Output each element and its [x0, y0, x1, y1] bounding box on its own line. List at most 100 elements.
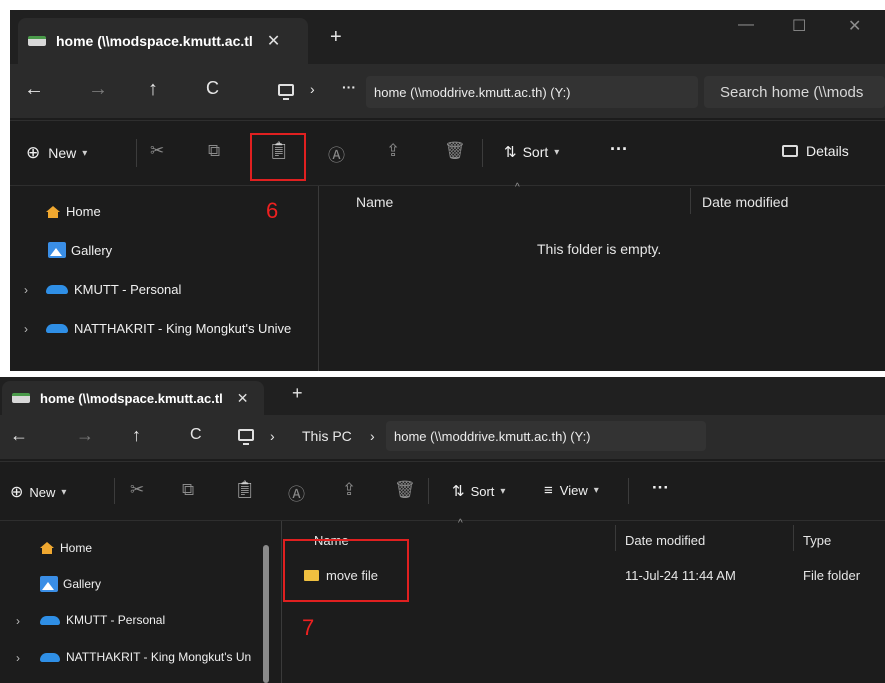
column-header-name[interactable]: Name	[356, 194, 393, 210]
new-tab-button[interactable]: +	[330, 26, 342, 49]
sidebar-item-label: Gallery	[71, 242, 113, 258]
sidebar-item-natthakrit[interactable]: NATTHAKRIT - King Mongkut's Un	[40, 650, 251, 664]
expand-chevron-icon[interactable]: ›	[16, 614, 20, 628]
details-label: Details	[806, 143, 849, 159]
sidebar-item-kmutt-personal[interactable]: KMUTT - Personal	[40, 613, 165, 627]
column-header-type[interactable]: Type	[803, 533, 831, 548]
pane-divider[interactable]	[281, 521, 282, 683]
column-header-date-modified[interactable]: Date modified	[625, 533, 705, 548]
sidebar-item-label: NATTHAKRIT - King Mongkut's Un	[66, 650, 252, 664]
rename-icon[interactable]: Ⓐ	[328, 141, 345, 166]
folder-highlight-box	[283, 539, 409, 602]
sidebar-item-home[interactable]: Home	[46, 204, 101, 219]
explorer-window-step-7: home (\\modspace.kmutt.ac.tl ✕ + ← → ↑ C…	[0, 377, 885, 683]
sidebar-item-home[interactable]: Home	[40, 541, 92, 555]
back-button[interactable]: ←	[24, 78, 44, 101]
tab-title: home (\\modspace.kmutt.ac.tl	[56, 33, 253, 49]
paste-highlight-box	[250, 133, 306, 181]
pane-divider[interactable]	[318, 186, 319, 371]
view-button[interactable]: ≡ View ▾	[544, 482, 599, 499]
breadcrumb-this-pc[interactable]: This PC	[302, 428, 352, 444]
copy-icon[interactable]: ⧉	[182, 480, 194, 500]
explorer-window-step-6: home (\\modspace.kmutt.ac.tl ✕ + — ☐ ✕ ←…	[10, 10, 885, 371]
separator	[482, 139, 483, 167]
cut-icon[interactable]: ✂	[150, 141, 164, 161]
command-bar: ⊕ New ▾ ✂ ⧉ 📋︎ Ⓐ ⇪ 🗑︎ ⇅ Sort ▾ ··· Detai…	[10, 120, 885, 186]
sidebar-item-label: NATTHAKRIT - King Mongkut's Unive	[74, 321, 292, 336]
new-label: New	[29, 484, 56, 500]
cut-icon[interactable]: ✂	[130, 480, 144, 500]
delete-icon[interactable]: 🗑︎	[444, 141, 466, 161]
onedrive-cloud-icon	[40, 615, 60, 625]
sort-icon: ⇅	[452, 483, 465, 500]
share-icon[interactable]: ⇪	[386, 141, 400, 161]
plus-circle-icon: ⊕	[10, 484, 24, 501]
plus-circle-icon: ⊕	[26, 143, 41, 162]
onedrive-cloud-icon	[46, 285, 68, 294]
up-button[interactable]: ↑	[148, 78, 158, 101]
breadcrumb-current[interactable]: home (\\moddrive.kmutt.ac.th) (Y:)	[386, 421, 706, 451]
sidebar-item-kmutt-personal[interactable]: KMUTT - Personal	[46, 282, 181, 297]
navigation-bar: ← → ↑ C › ··· home (\\moddrive.kmutt.ac.…	[10, 64, 885, 118]
column-header-date-modified[interactable]: Date modified	[702, 194, 788, 210]
forward-button[interactable]: →	[88, 78, 108, 101]
search-input[interactable]: Search home (\\mods	[704, 76, 885, 108]
sidebar-item-natthakrit[interactable]: NATTHAKRIT - King Mongkut's Unive	[46, 321, 291, 336]
sidebar-item-label: Home	[66, 204, 101, 219]
address-bar[interactable]: home (\\moddrive.kmutt.ac.th) (Y:)	[366, 76, 698, 108]
tab-home[interactable]: home (\\modspace.kmutt.ac.tl ✕	[18, 18, 308, 64]
details-button[interactable]: Details	[782, 143, 849, 159]
new-button[interactable]: ⊕ New ▾	[26, 143, 87, 163]
minimize-button[interactable]: —	[738, 16, 754, 34]
sort-button[interactable]: ⇅ Sort ▾	[452, 482, 505, 500]
breadcrumb-more-button[interactable]: ···	[342, 79, 356, 95]
column-divider[interactable]	[690, 188, 691, 214]
this-pc-icon[interactable]	[278, 84, 294, 100]
sidebar-item-gallery[interactable]: Gallery	[48, 242, 112, 258]
this-pc-icon[interactable]	[238, 429, 254, 445]
tab-close-icon[interactable]: ✕	[267, 31, 280, 51]
sidebar-item-label: KMUTT - Personal	[74, 282, 182, 297]
tab-home[interactable]: home (\\modspace.kmutt.ac.tl ✕	[2, 381, 264, 415]
maximize-button[interactable]: ☐	[792, 16, 806, 36]
delete-icon[interactable]: 🗑︎	[394, 480, 416, 500]
sidebar-item-label: Gallery	[63, 577, 102, 591]
separator	[136, 139, 137, 167]
copy-icon[interactable]: ⧉	[208, 141, 220, 161]
refresh-button[interactable]: C	[206, 78, 219, 99]
chevron-down-icon: ▾	[554, 146, 560, 158]
column-divider[interactable]	[615, 525, 616, 551]
expand-chevron-icon[interactable]: ›	[24, 283, 28, 297]
sidebar-item-label: KMUTT - Personal	[66, 613, 166, 627]
new-button[interactable]: ⊕ New ▾	[10, 482, 66, 502]
details-pane-icon	[782, 145, 798, 157]
separator	[428, 478, 429, 504]
expand-chevron-icon[interactable]: ›	[24, 322, 28, 336]
onedrive-cloud-icon	[46, 324, 68, 333]
forward-button[interactable]: →	[76, 425, 94, 446]
more-options-button[interactable]: ···	[610, 139, 628, 160]
close-window-button[interactable]: ✕	[848, 16, 861, 36]
tab-close-icon[interactable]: ✕	[237, 390, 249, 407]
step-number-label: 7	[302, 615, 315, 640]
breadcrumb-chevron[interactable]: ›	[270, 428, 275, 444]
rename-icon[interactable]: Ⓐ	[288, 480, 305, 505]
sort-arrow-icon: ^	[515, 182, 520, 193]
file-date-cell: 11-Jul-24 11:44 AM	[625, 568, 736, 583]
sidebar-scrollbar[interactable]	[263, 545, 269, 683]
paste-icon[interactable]: 📋︎	[234, 480, 256, 500]
sort-button[interactable]: ⇅ Sort ▾	[504, 143, 559, 161]
more-options-button[interactable]: ···	[652, 478, 669, 498]
expand-chevron-icon[interactable]: ›	[16, 651, 20, 665]
breadcrumb-chevron[interactable]: ›	[370, 428, 375, 444]
share-icon[interactable]: ⇪	[342, 480, 356, 500]
back-button[interactable]: ←	[10, 425, 28, 446]
up-button[interactable]: ↑	[132, 425, 141, 446]
sidebar-item-gallery[interactable]: Gallery	[40, 576, 101, 592]
refresh-button[interactable]: C	[190, 426, 202, 444]
breadcrumb-chevron[interactable]: ›	[310, 81, 315, 97]
gallery-icon	[48, 242, 66, 258]
column-divider[interactable]	[793, 525, 794, 551]
onedrive-cloud-icon	[40, 652, 60, 662]
new-tab-button[interactable]: +	[292, 383, 303, 404]
